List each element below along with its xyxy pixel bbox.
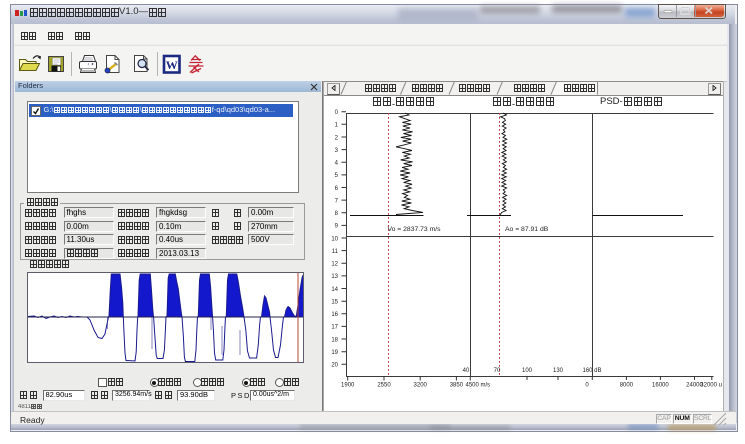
svg-text:0: 0: [585, 383, 589, 389]
svg-text:Vo = 2837.73 m/s: Vo = 2837.73 m/s: [387, 226, 441, 233]
svg-text:10: 10: [331, 236, 338, 242]
svg-text:11: 11: [332, 249, 339, 255]
svg-text:130: 130: [553, 368, 564, 374]
svg-text:13: 13: [331, 274, 338, 280]
svg-text:19: 19: [331, 350, 338, 356]
svg-text:16: 16: [331, 312, 338, 318]
svg-text:70: 70: [494, 368, 501, 374]
svg-text:2550: 2550: [377, 383, 391, 389]
svg-text:40: 40: [463, 368, 470, 374]
svg-text:2: 2: [335, 135, 339, 141]
svg-text:3850: 3850: [450, 383, 464, 389]
svg-text:0: 0: [335, 110, 339, 116]
svg-text:15: 15: [331, 300, 338, 306]
svg-text:7: 7: [335, 198, 339, 204]
svg-text:18: 18: [331, 337, 338, 343]
svg-text:4: 4: [335, 161, 339, 167]
svg-text:3200: 3200: [414, 383, 428, 389]
svg-text:17: 17: [331, 325, 338, 331]
svg-text:8000: 8000: [620, 383, 634, 389]
svg-text:5: 5: [335, 173, 339, 179]
svg-text:3: 3: [335, 148, 339, 154]
svg-text:1: 1: [335, 123, 339, 129]
svg-text:12: 12: [331, 262, 338, 268]
svg-text:20: 20: [331, 363, 338, 369]
svg-text:8: 8: [335, 211, 339, 217]
svg-text:32000 u: 32000 u: [700, 383, 722, 389]
svg-text:Ao = 87.91 dB: Ao = 87.91 dB: [505, 226, 549, 233]
svg-text:160 dB: 160 dB: [583, 368, 602, 374]
svg-text:4500 m/s: 4500 m/s: [466, 383, 491, 389]
svg-text:W: W: [166, 58, 178, 72]
svg-text:100: 100: [522, 368, 533, 374]
svg-text:1900: 1900: [341, 383, 355, 389]
svg-text:16000: 16000: [652, 383, 669, 389]
svg-text:9: 9: [335, 224, 339, 230]
svg-text:6: 6: [335, 186, 339, 192]
svg-text:14: 14: [331, 287, 338, 293]
